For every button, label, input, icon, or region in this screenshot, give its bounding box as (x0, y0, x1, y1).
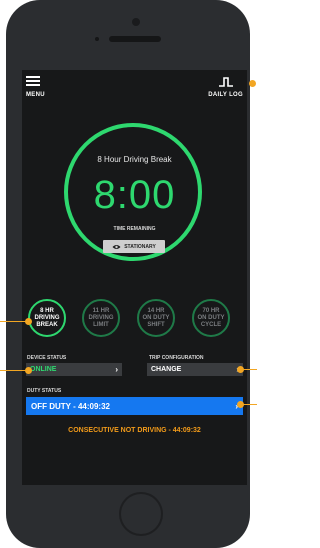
eye-icon (112, 244, 121, 249)
callout-dot-duty-status (237, 401, 244, 408)
limit-line: 70 HR (202, 307, 220, 314)
limit-line: CYCLE (200, 321, 222, 328)
callout-dot-device-status (25, 367, 32, 374)
trip-configuration-button[interactable]: CHANGE › (147, 363, 243, 376)
timer-title: 8 Hour Driving Break (97, 155, 172, 164)
device-status-label: DEVICE STATUS (27, 355, 67, 361)
limit-line: LIMIT (93, 321, 109, 328)
callout-line-device-status (0, 370, 28, 371)
limit-line: 8 HR (40, 307, 54, 314)
limit-line: ON DUTY (197, 314, 225, 321)
chevron-right-icon: › (115, 365, 118, 374)
stationary-badge: STATIONARY (103, 240, 165, 253)
limit-line: DRIVING (88, 314, 114, 321)
trip-configuration-label: TRIP CONFIGURATION (149, 355, 204, 361)
time-remaining-label: TIME REMAINING (113, 226, 156, 232)
limit-driving-limit[interactable]: 11 HR DRIVING LIMIT (82, 299, 120, 337)
limit-on-duty-cycle[interactable]: 70 HR ON DUTY CYCLE (192, 299, 230, 337)
menu-label: MENU (26, 92, 45, 98)
limit-line: BREAK (36, 321, 58, 328)
front-camera (132, 18, 140, 26)
duty-status-label: DUTY STATUS (27, 388, 62, 394)
daily-log-icon (219, 77, 233, 87)
callout-dot-limit (25, 318, 32, 325)
daily-log-label: DAILY LOG (208, 92, 243, 98)
limit-line: 11 HR (92, 307, 110, 314)
duty-status-value: OFF DUTY - 44:09:32 (31, 401, 110, 411)
callout-dot-daily-log (249, 80, 256, 87)
speaker-grill (109, 36, 161, 42)
menu-button[interactable]: MENU (26, 76, 56, 102)
limit-line: DRIVING (34, 314, 60, 321)
daily-log-button[interactable]: DAILY LOG (203, 76, 243, 102)
callout-line-limit (0, 321, 28, 322)
consecutive-not-driving: CONSECUTIVE NOT DRIVING - 44:09:32 (68, 427, 201, 434)
limit-line: ON DUTY (142, 314, 170, 321)
home-button[interactable] (119, 492, 163, 536)
device-status-button[interactable]: ONLINE › (26, 363, 122, 376)
limit-line: SHIFT (147, 321, 165, 328)
limit-on-duty-shift[interactable]: 14 HR ON DUTY SHIFT (137, 299, 175, 337)
hamburger-icon (26, 76, 40, 86)
app-screen: MENU DAILY LOG 8 Hour Driving Break 8:00… (22, 70, 247, 485)
device-status-value: ONLINE (30, 366, 57, 373)
limit-line: 14 HR (147, 307, 165, 314)
stationary-label: STATIONARY (124, 243, 156, 250)
duty-status-button[interactable]: OFF DUTY - 44:09:32 › (26, 397, 243, 415)
callout-dot-trip-configuration (237, 366, 244, 373)
sensor-dot (95, 37, 99, 41)
trip-configuration-value: CHANGE (151, 366, 182, 373)
timer-value: 8:00 (93, 173, 176, 217)
limit-driving-break[interactable]: 8 HR DRIVING BREAK (28, 299, 66, 337)
